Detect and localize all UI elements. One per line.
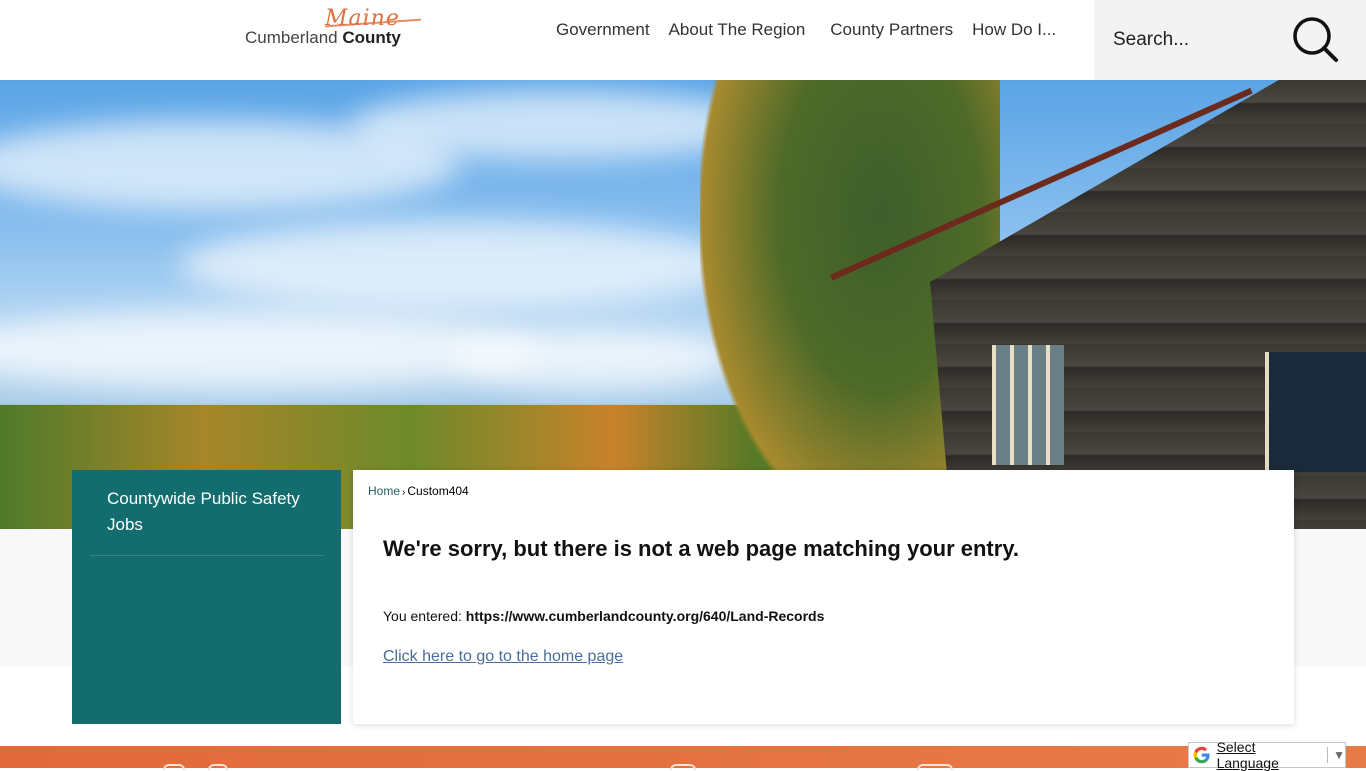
- select-language-label[interactable]: Select Language: [1217, 739, 1320, 771]
- hero-cabin-window: [992, 345, 1064, 465]
- footer-icon: [917, 764, 953, 770]
- sidebar-item-countywide-public-safety-jobs[interactable]: Countywide Public Safety Jobs: [107, 486, 307, 538]
- page-title: We're sorry, but there is not a web page…: [383, 536, 1020, 561]
- sidebar-divider: [90, 555, 324, 556]
- breadcrumb-home[interactable]: Home: [368, 484, 400, 498]
- sidebar: Countywide Public Safety Jobs: [72, 470, 341, 724]
- footer-icon: [163, 764, 185, 770]
- entered-label: You entered:: [383, 608, 462, 624]
- hero-cloud: [180, 220, 740, 310]
- nav-how-do-i[interactable]: How Do I...: [966, 20, 1056, 40]
- search-input[interactable]: [1094, 0, 1284, 80]
- search-button[interactable]: [1290, 14, 1340, 64]
- content-panel: Home › Custom404 We're sorry, but there is…: [353, 470, 1294, 724]
- breadcrumb-current: Custom404: [407, 484, 469, 498]
- site-header: Maine Cumberland County Government About…: [0, 0, 1366, 80]
- dropdown-arrow-icon[interactable]: ▼: [1333, 748, 1345, 762]
- hero-cabin-window: [1265, 352, 1366, 472]
- footer-icon: [670, 764, 696, 770]
- logo-name-bold: County: [342, 28, 401, 47]
- hero-banner-image: [0, 80, 1366, 529]
- nav-about-the-region[interactable]: About The Region: [663, 20, 806, 40]
- footer-bar: [0, 746, 1366, 770]
- hero-cloud: [450, 330, 730, 390]
- footer-icon: [208, 764, 228, 770]
- cumberland-county-logo[interactable]: Maine Cumberland County: [245, 6, 425, 52]
- logo-name-light: Cumberland: [245, 28, 338, 47]
- go-home-link[interactable]: Click here to go to the home page: [383, 648, 623, 666]
- select-language-widget[interactable]: Select Language ▼: [1188, 739, 1346, 771]
- logo-county-name: Cumberland County: [245, 28, 401, 48]
- breadcrumb-separator: ›: [402, 487, 406, 498]
- breadcrumb: Home › Custom404: [368, 484, 469, 498]
- nav-government[interactable]: Government: [550, 20, 650, 40]
- entered-url: https://www.cumberlandcounty.org/640/Lan…: [465, 608, 825, 624]
- main-nav: Government About The Region County Partn…: [550, 20, 1069, 40]
- google-icon: [1193, 746, 1210, 764]
- entered-url-line: You entered: https://www.cumberlandcount…: [383, 608, 824, 624]
- nav-county-partners[interactable]: County Partners: [824, 20, 953, 40]
- select-language-divider: [1327, 747, 1329, 763]
- search-icon: [1293, 17, 1338, 62]
